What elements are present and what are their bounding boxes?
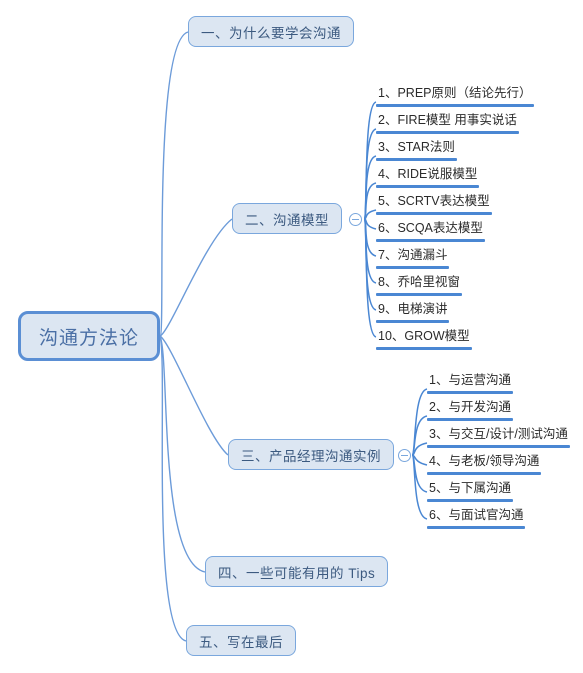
connector-root-branch-4 [159,335,206,573]
minus-circle-icon-branch-3[interactable] [398,449,411,462]
connector-group-branch-3 [411,388,428,520]
leaf-underline [427,499,513,502]
connector-root-branch-3 [159,335,229,456]
leaf-item-b3-3-label: 3、与交互/设计/测试沟通 [429,427,568,441]
leaf-item-b3-1-label: 1、与运营沟通 [429,373,511,387]
leaf-underline [376,212,492,215]
leaf-underline [427,526,525,529]
leaf-underline [427,472,541,475]
branch-node-3-label: 三、产品经理沟通实例 [241,448,381,464]
leaf-item-b3-6[interactable]: 6、与面试官沟通 [427,507,525,529]
connector-group-branch-2 [363,101,377,338]
connector-root-branch-2 [159,218,233,337]
minus-glyph [352,219,359,220]
leaf-item-b2-9[interactable]: 9、电梯演讲 [376,301,449,323]
branch-node-5[interactable]: 五、写在最后 [186,625,296,656]
leaf-item-b2-1-label: 1、PREP原则（结论先行） [378,86,532,100]
leaf-item-b2-7-label: 7、沟通漏斗 [378,248,448,262]
leaf-underline [376,104,534,107]
connector-root-branch-5 [159,335,187,642]
leaf-item-b3-2[interactable]: 2、与开发沟通 [427,399,513,421]
root-node[interactable]: 沟通方法论 [18,311,160,361]
leaf-item-b3-4[interactable]: 4、与老板/领导沟通 [427,453,541,475]
branch-node-5-label: 五、写在最后 [199,634,283,650]
leaf-item-b2-1[interactable]: 1、PREP原则（结论先行） [376,85,534,107]
branch-node-3[interactable]: 三、产品经理沟通实例 [228,439,394,470]
leaf-underline [376,185,479,188]
minus-circle-icon-branch-2[interactable] [349,213,362,226]
branch-node-2-label: 二、沟通模型 [245,212,329,228]
leaf-underline [376,320,449,323]
root-node-label: 沟通方法论 [38,327,139,349]
leaf-item-b2-9-label: 9、电梯演讲 [378,302,448,316]
leaf-underline [376,347,472,350]
branch-node-1[interactable]: 一、为什么要学会沟通 [188,16,354,47]
branch-node-2[interactable]: 二、沟通模型 [232,203,342,234]
leaf-underline [376,293,462,296]
leaf-item-b2-4-label: 4、RIDE说服模型 [378,167,478,181]
leaf-item-b3-5[interactable]: 5、与下属沟通 [427,480,513,502]
leaf-item-b3-6-label: 6、与面试官沟通 [429,508,524,522]
leaf-underline [376,266,449,269]
connector-root-branch-1 [159,31,189,337]
leaf-underline [376,239,485,242]
leaf-item-b2-7[interactable]: 7、沟通漏斗 [376,247,449,269]
leaf-item-b2-6-label: 6、SCQA表达模型 [378,221,483,235]
minus-glyph [401,455,408,456]
leaf-item-b3-4-label: 4、与老板/领导沟通 [429,454,540,468]
leaf-underline [427,445,570,448]
leaf-item-b2-3[interactable]: 3、STAR法则 [376,139,457,161]
leaf-item-b2-6[interactable]: 6、SCQA表达模型 [376,220,485,242]
leaf-item-b2-8[interactable]: 8、乔哈里视窗 [376,274,462,296]
leaf-item-b2-10[interactable]: 10、GROW模型 [376,328,472,350]
branch-node-4[interactable]: 四、一些可能有用的 Tips [205,556,389,587]
leaf-item-b3-5-label: 5、与下属沟通 [429,481,511,495]
branch-node-1-label: 一、为什么要学会沟通 [201,25,341,41]
leaf-item-b2-2-label: 2、FIRE模型 用事实说话 [378,113,517,127]
leaf-item-b3-1[interactable]: 1、与运营沟通 [427,372,513,394]
leaf-item-b2-5[interactable]: 5、SCRTV表达模型 [376,193,492,215]
leaf-item-b3-2-label: 2、与开发沟通 [429,400,511,414]
leaf-underline [427,418,513,421]
branch-node-4-label: 四、一些可能有用的 Tips [218,565,376,581]
leaf-item-b2-10-label: 10、GROW模型 [378,329,470,343]
leaf-item-b2-5-label: 5、SCRTV表达模型 [378,194,490,208]
leaf-underline [427,391,513,394]
mindmap-canvas: 沟通方法论 一、为什么要学会沟通 二、沟通模型 1、PREP原则（结论先行） 2… [0,0,583,673]
leaf-item-b2-8-label: 8、乔哈里视窗 [378,275,460,289]
leaf-item-b2-3-label: 3、STAR法则 [378,140,455,154]
leaf-underline [376,131,519,134]
leaf-item-b3-3[interactable]: 3、与交互/设计/测试沟通 [427,426,570,448]
leaf-item-b2-4[interactable]: 4、RIDE说服模型 [376,166,479,188]
leaf-item-b2-2[interactable]: 2、FIRE模型 用事实说话 [376,112,519,134]
leaf-underline [376,158,457,161]
